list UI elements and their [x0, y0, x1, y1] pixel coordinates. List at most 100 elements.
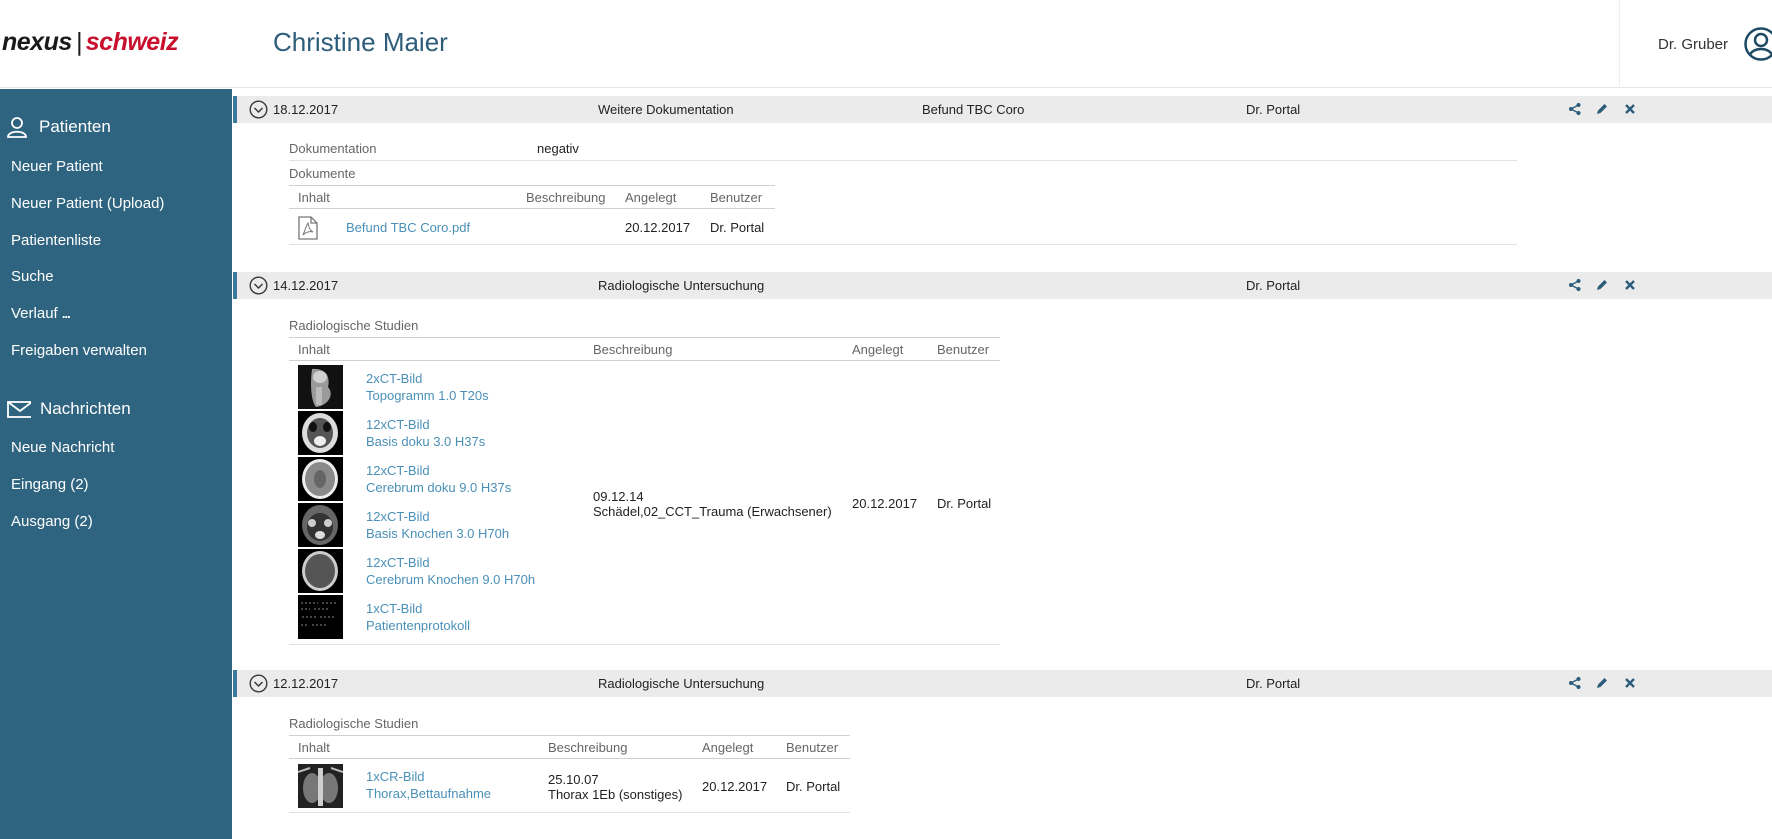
study-name[interactable]: Thorax,Bettaufnahme [366, 786, 491, 801]
study-name[interactable]: Topogramm 1.0 T20s [366, 388, 489, 403]
study-link[interactable]: 1xCT-Bild Patientenprotokoll [366, 600, 470, 634]
sidebar-section-patients[interactable]: Patienten [0, 116, 111, 138]
study-count[interactable]: 12xCT-Bild [366, 555, 430, 570]
user-name[interactable]: Dr. Gruber [1658, 36, 1728, 53]
entry-date: 18.12.2017 [273, 102, 339, 117]
study-link[interactable]: 12xCT-Bild Basis Knochen 3.0 H70h [366, 508, 509, 542]
document-link[interactable]: Befund TBC Coro.pdf [346, 219, 470, 236]
entry-header[interactable]: 12.12.2017 Radiologische Untersuchung Dr… [233, 670, 1772, 697]
entry-type: Weitere Dokumentation [598, 102, 734, 117]
study-count[interactable]: 12xCT-Bild [366, 463, 430, 478]
logo-part-schweiz: schweiz [85, 28, 179, 56]
sidebar-section-label: Nachrichten [40, 399, 131, 418]
study-description: 09.12.14 Schädel,02_CCT_Trauma (Erwachsen… [593, 489, 832, 519]
pdf-icon [298, 216, 318, 240]
pencil-icon[interactable] [1595, 278, 1609, 292]
envelope-icon [7, 401, 31, 418]
column-header: Benutzer [710, 190, 763, 205]
sidebar-item-freigaben[interactable]: Freigaben verwalten [11, 342, 147, 359]
ct-thumbnail[interactable] [298, 549, 343, 593]
doc-value: negativ [537, 141, 579, 156]
sidebar-item-ausgang[interactable]: Ausgang (2) [11, 513, 93, 530]
sidebar-item-patientenliste[interactable]: Patientenliste [11, 232, 101, 249]
study-count[interactable]: 1xCT-Bild [366, 601, 422, 616]
sidebar-item-neue-nachricht[interactable]: Neue Nachricht [11, 439, 114, 456]
sidebar-item-eingang[interactable]: Eingang (2) [11, 476, 89, 493]
chevron-circle-icon[interactable] [249, 276, 268, 295]
study-count[interactable]: 12xCT-Bild [366, 509, 430, 524]
study-name[interactable]: Cerebrum Knochen 9.0 H70h [366, 572, 535, 587]
document-created: 20.12.2017 [625, 220, 691, 235]
column-header: Angelegt [702, 740, 754, 755]
study-created: 20.12.2017 [852, 496, 918, 511]
study-created: 20.12.2017 [702, 779, 768, 794]
column-header: Beschreibung [593, 342, 673, 357]
studies-label: Radiologische Studien [289, 716, 419, 731]
study-count[interactable]: 1xCR-Bild [366, 769, 425, 784]
user-menu[interactable]: Dr. Gruber [1619, 0, 1772, 88]
column-header: Benutzer [937, 342, 990, 357]
study-name[interactable]: Basis Knochen 3.0 H70h [366, 526, 509, 541]
chevron-circle-icon[interactable] [249, 674, 268, 693]
avatar-icon[interactable] [1744, 27, 1772, 61]
divider [289, 812, 850, 813]
sidebar-item-neuer-patient-upload[interactable]: Neuer Patient (Upload) [11, 195, 164, 212]
divider [289, 337, 1000, 338]
study-link[interactable]: 12xCT-Bild Basis doku 3.0 H37s [366, 416, 485, 450]
column-header: Inhalt [298, 740, 330, 755]
logo-part-nexus: nexus [2, 28, 72, 56]
column-header: Angelegt [852, 342, 904, 357]
share-icon[interactable] [1568, 278, 1582, 292]
study-name[interactable]: Basis doku 3.0 H37s [366, 434, 485, 449]
more-dots-icon: ... [61, 306, 71, 321]
entry-header[interactable]: 14.12.2017 Radiologische Untersuchung Dr… [233, 272, 1772, 299]
study-name[interactable]: Cerebrum doku 9.0 H37s [366, 480, 511, 495]
ct-thumbnail[interactable] [298, 503, 343, 547]
cr-thumbnail[interactable] [298, 764, 343, 808]
study-link[interactable]: 2xCT-Bild Topogramm 1.0 T20s [366, 370, 489, 404]
study-count[interactable]: 12xCT-Bild [366, 417, 430, 432]
sidebar-section-messages[interactable]: Nachrichten [0, 398, 131, 420]
close-icon[interactable] [1623, 676, 1637, 690]
study-link[interactable]: 12xCT-Bild Cerebrum doku 9.0 H37s [366, 462, 511, 496]
studies-label: Radiologische Studien [289, 318, 419, 333]
ct-thumbnail[interactable] [298, 457, 343, 501]
close-icon[interactable] [1623, 102, 1637, 116]
entry-doctor: Dr. Portal [1246, 102, 1301, 117]
study-link[interactable]: 1xCR-Bild Thorax,Bettaufnahme [366, 768, 491, 802]
share-icon[interactable] [1568, 676, 1582, 690]
close-icon[interactable] [1623, 278, 1637, 292]
divider [289, 758, 850, 759]
study-user: Dr. Portal [937, 496, 992, 511]
column-header: Beschreibung [526, 190, 606, 205]
ct-thumbnail[interactable] [298, 411, 343, 455]
doc-label: Dokumentation [289, 141, 377, 156]
sidebar-section-label: Patienten [39, 117, 111, 136]
sidebar-item-neuer-patient[interactable]: Neuer Patient [11, 158, 103, 175]
documents-label: Dokumente [289, 166, 356, 181]
pencil-icon[interactable] [1595, 676, 1609, 690]
entry-type: Radiologische Untersuchung [598, 278, 765, 293]
divider [289, 185, 775, 186]
study-description: 25.10.07 Thorax 1Eb (sonstiges) [548, 772, 682, 802]
sidebar-item-suche[interactable]: Suche [11, 268, 54, 285]
study-desc-text: Thorax 1Eb (sonstiges) [548, 787, 683, 802]
share-icon[interactable] [1568, 102, 1582, 116]
study-link[interactable]: 12xCT-Bild Cerebrum Knochen 9.0 H70h [366, 554, 535, 588]
sidebar-item-verlauf[interactable]: Verlauf ... [11, 305, 71, 322]
study-user: Dr. Portal [786, 779, 841, 794]
chevron-circle-icon[interactable] [249, 100, 268, 119]
divider [289, 735, 850, 736]
study-count[interactable]: 2xCT-Bild [366, 371, 422, 386]
entry-date: 12.12.2017 [273, 676, 339, 691]
divider [289, 244, 1517, 245]
column-header: Angelegt [625, 190, 677, 205]
entry-title: Befund TBC Coro [922, 102, 1025, 117]
study-date: 09.12.14 [593, 489, 644, 504]
ct-thumbnail[interactable] [298, 365, 343, 409]
ct-thumbnail[interactable] [298, 595, 343, 639]
pencil-icon[interactable] [1595, 102, 1609, 116]
entry-header[interactable]: 18.12.2017 Weitere Dokumentation Befund … [233, 96, 1772, 123]
entry-doctor: Dr. Portal [1246, 676, 1301, 691]
study-name[interactable]: Patientenprotokoll [366, 618, 470, 633]
